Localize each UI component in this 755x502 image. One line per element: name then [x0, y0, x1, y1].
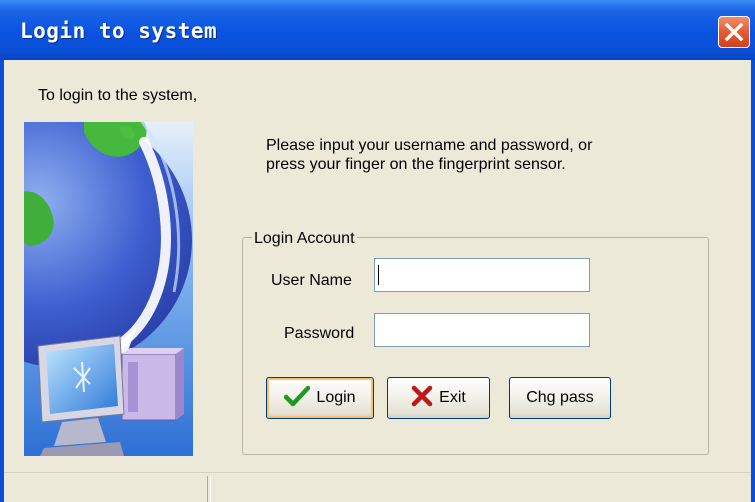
- window-title: Login to system: [20, 19, 218, 43]
- close-icon: [724, 22, 744, 42]
- title-bar[interactable]: Login to system: [0, 0, 755, 60]
- instructions-line-2: press your finger on the fingerprint sen…: [266, 156, 566, 173]
- username-label: User Name: [271, 272, 352, 289]
- change-password-button-label: Chg pass: [526, 389, 594, 406]
- close-button[interactable]: [718, 16, 750, 48]
- password-label: Password: [284, 325, 355, 342]
- change-password-button[interactable]: Chg pass: [509, 377, 611, 419]
- globe-computer-illustration: [24, 122, 193, 456]
- exit-button-label: Exit: [439, 389, 466, 406]
- window-border-left: [0, 60, 4, 502]
- instructions-line-1: Please input your username and password,…: [266, 137, 593, 154]
- instructions-text: Please input your username and password,…: [266, 136, 706, 174]
- text-cursor: [378, 265, 379, 285]
- password-input[interactable]: [374, 313, 590, 347]
- login-button-label: Login: [316, 389, 356, 406]
- checkmark-icon: [284, 385, 311, 412]
- login-account-label: Login Account: [252, 230, 357, 248]
- status-bar-divider: [207, 476, 211, 502]
- intro-text: To login to the system,: [38, 87, 198, 104]
- login-button[interactable]: Login: [266, 377, 374, 419]
- x-mark-icon: [411, 385, 433, 412]
- exit-button[interactable]: Exit: [387, 377, 490, 419]
- window-border-right: [751, 60, 755, 502]
- status-bar: [4, 472, 751, 502]
- login-window: Login to system To login to the system,: [0, 0, 755, 502]
- username-input[interactable]: [374, 258, 590, 292]
